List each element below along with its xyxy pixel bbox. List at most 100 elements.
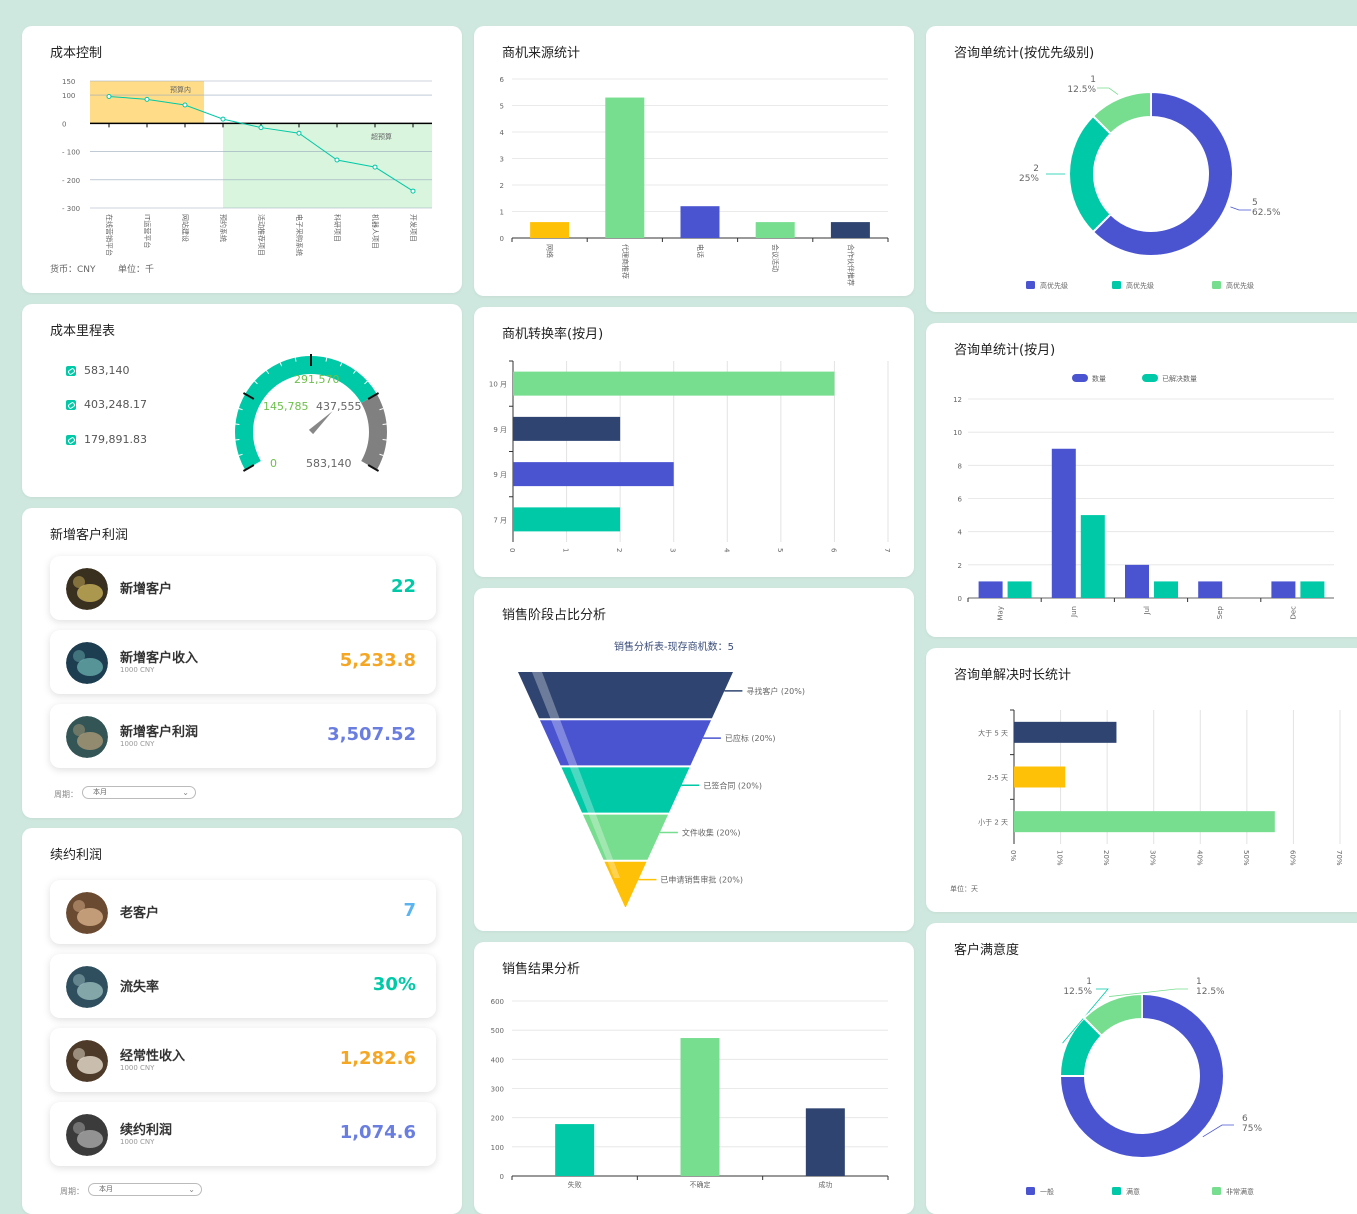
kpi-row: 经常性收入 1000 CNY 1,282.6 [50,1028,436,1092]
data-point [220,116,226,122]
donut-count: 1 [1090,75,1096,85]
period-select[interactable]: 本月 ⌄ [88,1183,202,1196]
y-tick-label: 9 月 [493,426,507,434]
legend-label: 满意 [1126,1187,1140,1196]
y-tick-label: 100 [491,1144,504,1152]
legend-label: 一般 [1040,1187,1054,1196]
x-tick-label: 网络 [546,244,555,258]
y-tick-label: - 100 [62,149,80,157]
y-tick-label: 500 [491,1027,504,1035]
legend-swatch [1142,374,1158,382]
bar [1300,581,1325,598]
cost-gauge: 0 583,140 145,785 291,570 437,555 [235,354,387,472]
x-tick-label: 4 [722,548,730,553]
y-tick-label: 0 [958,595,962,603]
y-tick-label: 9 月 [493,471,507,479]
legend-label: 已解决数量 [1162,374,1197,383]
kpi-row: 流失率 30% [50,954,436,1018]
y-tick-label: 600 [491,998,504,1006]
satisfaction-chart: 675%112.5%112.5%一般 满意 非常满意 [1026,977,1262,1196]
chevron-down-icon: ⌄ [188,1185,195,1194]
donut-count: 1 [1196,977,1202,987]
x-tick-label: 预约系统 [219,214,228,242]
x-tick-label: Jun [1070,606,1078,618]
donut-leader [1230,206,1251,211]
x-tick-label: 30% [1149,850,1157,866]
x-tick-label: IT运营平台 [143,214,152,248]
x-tick-label: 失败 [568,1180,582,1189]
bar [1080,515,1105,598]
x-tick-label: 1 [562,548,570,552]
y-tick-label: 2-5 天 [987,774,1008,782]
data-point [372,164,378,170]
legend-label: 数量 [1092,374,1106,383]
donut-count: 2 [1033,164,1039,174]
y-tick-label: 小于 2 天 [978,818,1008,827]
x-tick-label: 40% [1195,850,1203,866]
currency-label: 货币：CNY [50,265,96,275]
legend-swatch [1212,1187,1221,1195]
kpi-unit: 1000 CNY [120,666,155,674]
bar [513,462,674,487]
x-tick-label: 0% [1009,850,1017,861]
renewal-profit-card: 续约利润 老客户 7 流失率 30% 经常性收入 1000 CNY 1,282.… [22,828,462,1214]
lead-conversion-card: 商机转换率(按月) 0 1 2 3 4 5 6 7 10 月9 月9 月7 月 [474,307,914,577]
y-tick-label: 4 [500,129,505,137]
donut-count: 1 [1086,977,1092,987]
y-tick-label: 8 [958,462,962,470]
x-tick-label: 60% [1288,850,1296,866]
donut-percent: 12.5% [1063,987,1092,997]
funnel-label: 已签合同 (20%) [703,780,762,790]
period-value: 本月 [99,1185,113,1193]
period-label: 周期： [54,790,78,799]
legend-label: 高优先级 [1126,281,1154,290]
period-select[interactable]: 本月 ⌄ [82,786,196,799]
donut-count: 5 [1252,198,1258,208]
kpi-value: 1,074.6 [339,1122,416,1143]
cost-milestone-card: 成本里程表 583,140 403,248.17 179,891.83 0 583… [22,304,462,497]
kpi-unit: 1000 CNY [120,1064,155,1072]
y-tick-label: 0 [62,120,66,128]
x-tick-label: 合作伙伴推荐 [846,244,855,286]
x-tick-label: 2 [615,548,623,552]
chevron-down-icon: ⌄ [182,788,189,797]
kpi-label: 续约利润 [120,1123,173,1138]
bar [513,416,621,441]
donut-count: 6 [1242,1114,1248,1124]
gauge-mark: 145,785 [263,400,309,413]
funnel-subtitle: 销售分析表-现存商机数：5 [614,640,734,653]
x-tick-label: 70% [1335,850,1343,866]
kpi-row: 续约利润 1000 CNY 1,074.6 [50,1102,436,1166]
data-point [182,102,188,108]
bar [1125,564,1149,598]
consult-priority-chart: 562.5% 225% 112.5% 高优先级 高优先级 高优先级 [1019,75,1281,290]
gauge-mark: 291,570 [294,373,340,386]
kpi-label: 新增客户 [120,582,173,597]
bar [830,222,870,238]
x-tick-label: 7 [883,548,891,552]
kpi-row: 老客户 7 [50,880,436,944]
funnel-label: 已申请销售审批 (20%) [660,875,743,885]
satisfaction-card: 客户满意度 6 75% 1 12.5% 1 12.5% 一般 满意 非常满意 [926,923,1357,1214]
legend-swatch [1072,374,1088,382]
y-tick-label: 6 [958,496,963,504]
y-tick-label: 大于 5 天 [978,728,1008,737]
kpi-label: 新增客户利润 [120,725,199,740]
y-tick-label: 3 [500,156,504,164]
x-tick-label: 10% [1056,850,1064,866]
y-tick-label: 0 [500,1173,504,1181]
donut-leader [1097,87,1119,95]
in-budget-label: 预算内 [170,85,191,94]
y-tick-label: 10 [953,429,962,437]
donut-percent: 12.5% [1196,987,1225,997]
y-tick-label: - 200 [62,177,80,185]
y-tick-label: 1 [500,209,504,217]
bar [1014,766,1066,788]
consult-monthly-chart: 0 2 4 6 8 10 12 May Jun Jul Sep Dec 数量 已解决数量 [953,374,1334,620]
bar [530,222,570,238]
y-tick-label: 7 月 [493,516,507,524]
kpi-image [66,892,108,934]
bar [513,507,621,532]
y-tick-label: 2 [958,562,962,570]
donut-percent: 25% [1019,174,1039,184]
